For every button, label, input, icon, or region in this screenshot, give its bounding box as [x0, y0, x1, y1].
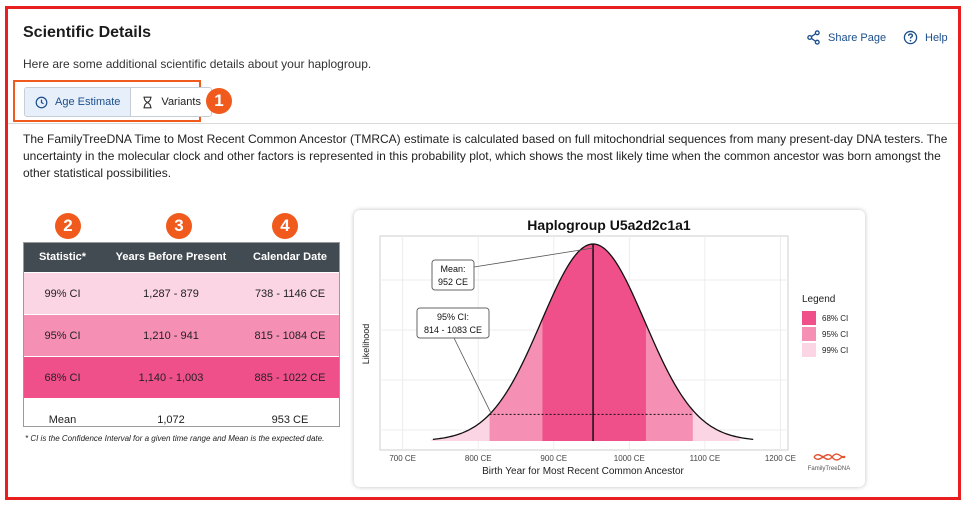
x-tick-label: 900 CE	[540, 454, 567, 463]
legend-item: 68% CI	[802, 311, 848, 325]
tab-variants[interactable]: Variants	[130, 88, 211, 116]
years-cell: 1,287 - 879	[102, 272, 240, 315]
table-row: 99% CI 1,287 - 879 738 - 1146 CE	[23, 272, 340, 315]
x-tick-label: 1100 CE	[690, 454, 721, 463]
callout-badge-3: 3	[166, 213, 192, 239]
table-row: 95% CI 1,210 - 941 815 - 1084 CE	[23, 314, 340, 357]
page-title: Scientific Details	[23, 24, 152, 41]
legend-item: 95% CI	[802, 327, 848, 341]
callout-badge-4: 4	[272, 213, 298, 239]
x-tick-label: 1000 CE	[614, 454, 645, 463]
tab-age-estimate[interactable]: Age Estimate	[25, 88, 131, 116]
tab-age-estimate-label: Age Estimate	[55, 96, 121, 108]
chart-card: Haplogroup U5a2d2c1a1 Likelihood Birth Y…	[354, 210, 865, 487]
page-subtitle: Here are some additional scientific deta…	[23, 57, 372, 71]
legend-label: 99% CI	[822, 345, 849, 355]
familytreedna-logo: FamilyTreeDNA	[804, 450, 854, 472]
stat-cell: 68% CI	[23, 356, 102, 399]
stat-cell: 99% CI	[23, 272, 102, 315]
help-icon	[903, 30, 918, 45]
legend-item: 99% CI	[802, 343, 848, 357]
callout-badge-1: 1	[206, 88, 232, 114]
x-tick-label: 800 CE	[465, 454, 492, 463]
table-row: 68% CI 1,140 - 1,003 885 - 1022 CE	[23, 356, 340, 399]
hourglass-icon	[143, 96, 152, 108]
x-tick-label: 1200 CE	[765, 454, 796, 463]
callout-badge-2: 2	[55, 213, 81, 239]
annotation-text: 95% CI:	[437, 312, 469, 322]
help-link[interactable]: Help	[903, 30, 948, 45]
x-axis-label: Birth Year for Most Recent Common Ancest…	[482, 466, 684, 477]
x-tick-label: 700 CE	[389, 454, 416, 463]
date-cell: 815 - 1084 CE	[240, 314, 340, 357]
legend-label: 68% CI	[822, 313, 849, 323]
stat-cell: 95% CI	[23, 314, 102, 357]
probability-chart: Haplogroup U5a2d2c1a1 Likelihood Birth Y…	[361, 217, 796, 477]
dna-logo-icon	[813, 453, 846, 461]
date-cell: 738 - 1146 CE	[240, 272, 340, 315]
column-header-statistic: Statistic*	[23, 242, 102, 273]
tab-variants-label: Variants	[161, 96, 201, 108]
clock-icon	[35, 96, 48, 108]
share-page-label: Share Page	[828, 31, 887, 44]
column-header-date: Calendar Date	[240, 242, 340, 273]
statistics-table: Statistic* Years Before Present Calendar…	[23, 242, 340, 440]
legend-swatch	[802, 343, 816, 357]
column-header-years: Years Before Present	[102, 242, 240, 273]
section-divider	[8, 123, 958, 124]
tab-bar: Age Estimate Variants	[24, 87, 212, 117]
logo-text: FamilyTreeDNA	[807, 466, 851, 472]
share-icon	[807, 30, 820, 45]
legend-swatch	[802, 327, 816, 341]
years-cell: 1,140 - 1,003	[102, 356, 240, 399]
tmrca-description: The FamilyTreeDNA Time to Most Recent Co…	[23, 132, 948, 180]
date-cell: 885 - 1022 CE	[240, 356, 340, 399]
legend-title: Legend	[802, 294, 836, 305]
years-cell: 1,210 - 941	[102, 314, 240, 357]
table-footnote: * CI is the Confidence Interval for a gi…	[25, 434, 325, 443]
annotation-text: 814 - 1083 CE	[424, 325, 482, 335]
annotation-text: 952 CE	[438, 277, 468, 287]
share-page-link[interactable]: Share Page	[806, 30, 886, 45]
chart-legend: Legend 68% CI 95% CI 99% CI	[802, 294, 848, 359]
legend-label: 95% CI	[822, 329, 849, 339]
help-label: Help	[925, 31, 948, 44]
y-axis-label: Likelihood	[361, 324, 371, 365]
chart-title: Haplogroup U5a2d2c1a1	[527, 217, 691, 233]
annotation-text: Mean:	[440, 264, 465, 274]
legend-swatch	[802, 311, 816, 325]
